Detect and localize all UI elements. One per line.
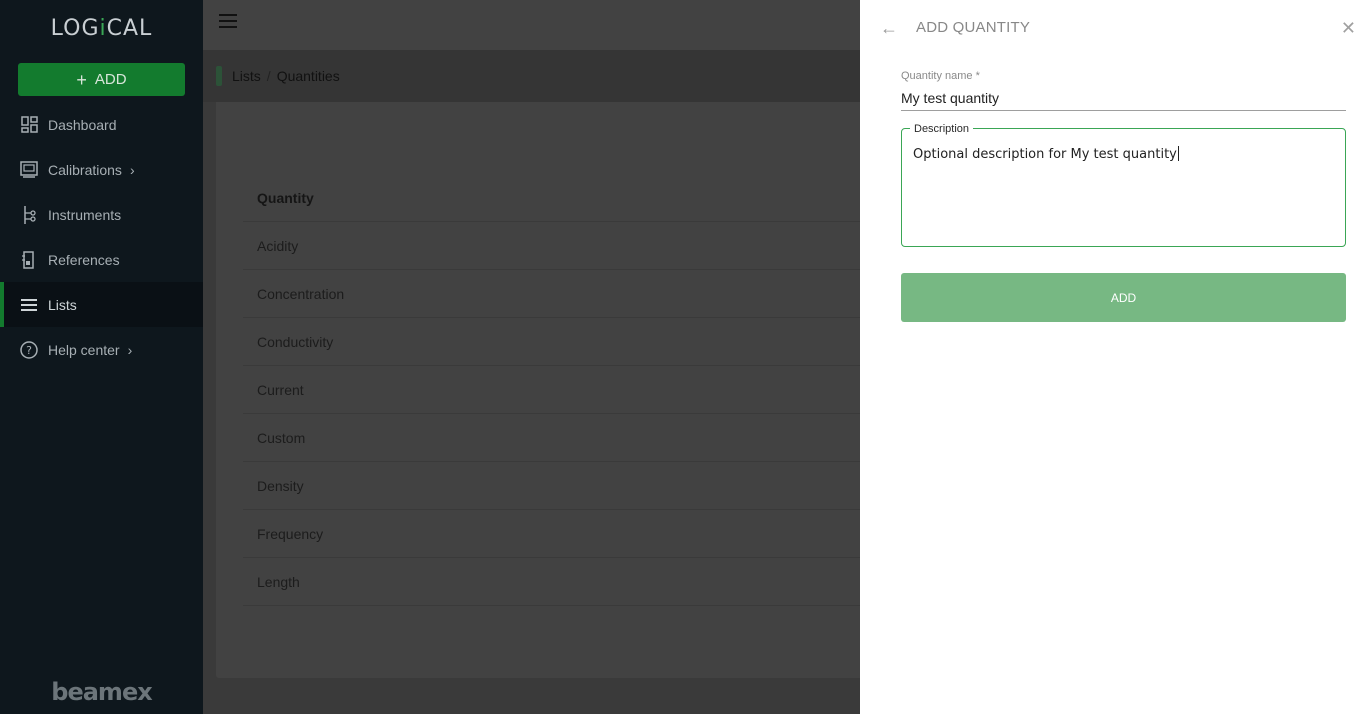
sidebar-item-label: Help center [48, 341, 120, 358]
text-caret [1177, 146, 1179, 161]
sidebar-item-instruments[interactable]: Instruments [0, 192, 203, 237]
table-row[interactable]: Current [243, 366, 860, 414]
breadcrumb-separator: / [266, 68, 271, 84]
sidebar-item-label: Dashboard [48, 116, 117, 133]
table-row[interactable]: Frequency [243, 510, 860, 558]
sidebar-item-calibrations[interactable]: Calibrations › [0, 147, 203, 192]
sidebar-item-references[interactable]: References [0, 237, 203, 282]
sidebar-item-dashboard[interactable]: Dashboard [0, 102, 203, 147]
quantities-table: Quantity Acidity Concentration Conductiv… [243, 174, 860, 606]
plus-icon: + [76, 69, 87, 90]
table-row[interactable]: Conductivity [243, 318, 860, 366]
drawer-title: ADD QUANTITY [916, 19, 1031, 36]
breadcrumb-quantities: Quantities [276, 68, 340, 84]
submit-add-button[interactable]: ADD [901, 273, 1346, 322]
references-icon [20, 250, 38, 269]
quantities-card: Quantity Acidity Concentration Conductiv… [216, 102, 860, 678]
description-value: Optional description for My test quantit… [913, 147, 1177, 162]
breadcrumb-lists[interactable]: Lists [232, 68, 261, 84]
top-bar [203, 0, 860, 50]
calibrations-icon [20, 161, 38, 179]
table-row[interactable]: Concentration [243, 270, 860, 318]
breadcrumb: Lists / Quantities [232, 68, 340, 84]
back-arrow-icon[interactable]: ← [880, 18, 898, 39]
sidebar-item-label: References [48, 251, 120, 268]
brand-logo: beamex [51, 678, 152, 706]
menu-icon[interactable] [219, 14, 237, 28]
app-logo[interactable]: LOGiCAL [0, 16, 203, 41]
breadcrumb-accent [216, 66, 222, 86]
chevron-right-icon: › [127, 341, 133, 358]
description-textarea[interactable]: Optional description for My test quantit… [913, 146, 1179, 162]
sidebar: LOGiCAL + ADD Dashboard Calibrations › I… [0, 0, 203, 714]
description-field[interactable]: Description Optional description for My … [901, 123, 1346, 247]
sidebar-item-label: Instruments [48, 206, 122, 223]
sidebar-item-label: Lists [48, 296, 77, 313]
table-row[interactable]: Custom [243, 414, 860, 462]
sidebar-item-lists[interactable]: Lists [0, 282, 203, 327]
breadcrumb-bar: Lists / Quantities [203, 50, 860, 102]
sidebar-nav: Dashboard Calibrations › Instruments Ref… [0, 102, 203, 372]
table-header-quantity[interactable]: Quantity [243, 174, 860, 222]
lists-icon [20, 296, 38, 314]
description-label: Description [910, 123, 974, 135]
table-row[interactable]: Density [243, 462, 860, 510]
svg-text:?: ? [26, 344, 32, 357]
quantity-name-input[interactable] [901, 86, 1346, 111]
table-row[interactable]: Length [243, 558, 860, 606]
help-icon: ? [20, 340, 38, 359]
close-icon[interactable]: ✕ [1341, 18, 1356, 39]
dashboard-icon [20, 116, 38, 134]
quantity-name-label: Quantity name * [901, 70, 980, 82]
sidebar-item-label: Calibrations [48, 161, 122, 178]
add-quantity-drawer: ← ADD QUANTITY ✕ Quantity name * Descrip… [860, 0, 1370, 714]
add-button[interactable]: + ADD [18, 63, 185, 96]
sidebar-item-help-center[interactable]: ? Help center › [0, 327, 203, 372]
table-row[interactable]: Acidity [243, 222, 860, 270]
chevron-right-icon: › [129, 161, 135, 178]
add-button-label: ADD [94, 71, 127, 88]
instruments-icon [20, 205, 38, 224]
